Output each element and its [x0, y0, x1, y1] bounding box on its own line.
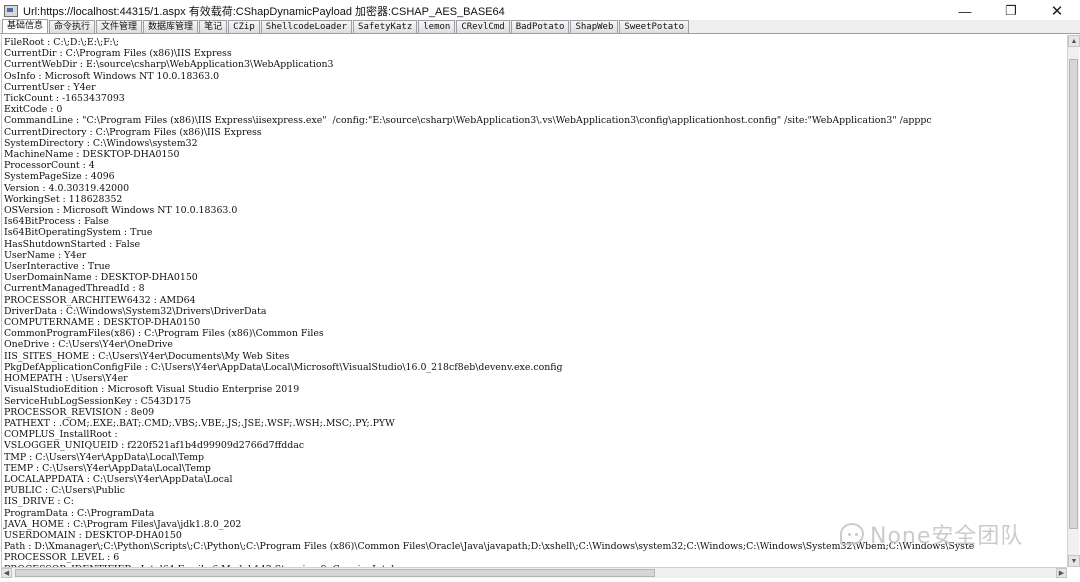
info-line: HOMEPATH : \Users\Y4er: [4, 373, 128, 385]
info-line: VSLOGGER_UNIQUEID : f220f521af1b4d99909d…: [4, 440, 305, 452]
tab-4[interactable]: 笔记: [199, 20, 228, 33]
minimize-button[interactable]: —: [942, 0, 988, 22]
arrow-up-icon[interactable]: ▲: [1068, 35, 1080, 47]
info-line: CurrentUser : Y4er: [4, 81, 96, 93]
info-line: USERDOMAIN : DESKTOP-DHA0150: [4, 529, 182, 541]
info-line: HasShutdownStarted : False: [4, 238, 141, 250]
info-line: JAVA_HOME : C:\Program Files\Java\jdk1.8…: [4, 518, 242, 530]
tab-2[interactable]: 文件管理: [96, 20, 143, 33]
info-line: OsInfo : Microsoft Windows NT 10.0.18363…: [4, 70, 220, 82]
info-line: PROCESSOR_LEVEL : 6: [4, 552, 120, 564]
info-line: CurrentDir : C:\Program Files (x86)\IIS …: [4, 48, 232, 60]
info-line: CurrentDirectory : C:\Program Files (x86…: [4, 126, 262, 138]
info-line: Version : 4.0.30319.42000: [4, 182, 130, 194]
app-window-icon: [4, 5, 18, 17]
info-line: CurrentManagedThreadId : 8: [4, 283, 145, 295]
info-line: CommandLine : "C:\Program Files (x86)\II…: [4, 115, 932, 127]
info-line: SystemDirectory : C:\Windows\system32: [4, 137, 198, 149]
info-line: UserInteractive : True: [4, 261, 111, 273]
info-line: LOCALAPPDATA : C:\Users\Y4er\AppData\Loc…: [4, 473, 233, 485]
window-controls: — ❐ ✕: [942, 0, 1080, 22]
info-line: Path : D:\Xmanager\;C:\Python\Scripts\;C…: [4, 541, 975, 553]
vertical-scrollbar[interactable]: ▲ ▼: [1067, 35, 1080, 567]
info-line: ServiceHubLogSessionKey : C543D175: [4, 395, 192, 407]
info-line: PROCESSOR_ARCHITEW6432 : AMD64: [4, 294, 196, 306]
wechat-icon: [840, 523, 864, 545]
watermark: None安全团队: [840, 519, 1023, 549]
info-line: IIS_SITES_HOME : C:\Users\Y4er\Documents…: [4, 350, 290, 362]
info-line: CurrentWebDir : E:\source\csharp\WebAppl…: [4, 59, 334, 71]
info-line: Is64BitOperatingSystem : True: [4, 227, 153, 239]
info-line: ProgramData : C:\ProgramData: [4, 507, 155, 519]
info-line: COMPUTERNAME : DESKTOP-DHA0150: [4, 317, 201, 329]
tab-9[interactable]: CRevlCmd: [456, 20, 510, 33]
tab-10[interactable]: BadPotato: [510, 20, 570, 33]
info-line: WorkingSet : 118628352: [4, 193, 123, 205]
info-line: OSVersion : Microsoft Windows NT 10.0.18…: [4, 205, 238, 217]
arrow-right-icon[interactable]: ▶: [1056, 568, 1067, 578]
info-line: Is64BitProcess : False: [4, 216, 109, 228]
info-line: COMPLUS_InstallRoot :: [4, 429, 118, 441]
tab-3[interactable]: 数据库管理: [143, 20, 199, 33]
info-line: SystemPageSize : 4096: [4, 171, 115, 183]
info-line: UserName : Y4er: [4, 249, 87, 261]
info-line: VisualStudioEdition : Microsoft Visual S…: [4, 384, 300, 396]
horizontal-scrollbar[interactable]: ◀ ▶: [1, 567, 1067, 578]
tab-7[interactable]: SafetyKatz: [353, 20, 418, 33]
tab-11[interactable]: ShapWeb: [570, 20, 619, 33]
info-line: MachineName : DESKTOP-DHA0150: [4, 149, 180, 161]
tab-bar: 基础信息 命令执行 文件管理 数据库管理 笔记 CZip ShellcodeLoader Sa…: [0, 19, 1080, 34]
info-line: TEMP : C:\Users\Y4er\AppData\Local\Temp: [4, 462, 211, 474]
maximize-button[interactable]: ❐: [988, 0, 1034, 22]
title-bar: Url:https://localhost:44315/1.aspx 有效载荷:…: [0, 0, 1080, 22]
info-line: PUBLIC : C:\Users\Public: [4, 485, 125, 497]
info-line: CommonProgramFiles(x86) : C:\Program Fil…: [4, 328, 324, 340]
info-line: PROCESSOR_REVISION : 8e09: [4, 406, 155, 418]
arrow-down-icon[interactable]: ▼: [1068, 555, 1080, 567]
close-button[interactable]: ✕: [1034, 0, 1080, 22]
tab-6[interactable]: ShellcodeLoader: [260, 20, 353, 33]
info-line: OneDrive : C:\Users\Y4er\OneDrive: [4, 339, 173, 351]
window-title: Url:https://localhost:44315/1.aspx 有效载荷:…: [23, 6, 505, 18]
horizontal-scroll-thumb[interactable]: [15, 569, 655, 577]
info-line: IIS_DRIVE : C:: [4, 496, 74, 508]
info-line: FileRoot : C:\;D:\;E:\;F:\;: [4, 37, 119, 48]
info-line: TickCount : -1653437093: [4, 93, 125, 105]
info-line: ProcessorCount : 4: [4, 160, 95, 172]
info-line: UserDomainName : DESKTOP-DHA0150: [4, 272, 198, 284]
info-text: FileRoot : C:\;D:\;E:\;F:\; CurrentDir :…: [2, 35, 1068, 567]
info-panel[interactable]: FileRoot : C:\;D:\;E:\;F:\; CurrentDir :…: [1, 35, 1068, 567]
info-line: PATHEXT : .COM;.EXE;.BAT;.CMD;.VBS;.VBE;…: [4, 417, 395, 429]
vertical-scroll-thumb[interactable]: [1069, 59, 1078, 529]
tab-5[interactable]: CZip: [228, 20, 260, 33]
tab-12[interactable]: SweetPotato: [619, 20, 690, 33]
watermark-text: None安全团队: [870, 524, 1024, 549]
info-line: DriverData : C:\Windows\System32\Drivers…: [4, 305, 267, 317]
info-line: ExitCode : 0: [4, 104, 63, 116]
arrow-left-icon[interactable]: ◀: [1, 568, 12, 578]
tab-8[interactable]: lemon: [418, 20, 456, 33]
tab-0[interactable]: 基础信息: [2, 19, 49, 33]
tab-1[interactable]: 命令执行: [49, 20, 96, 33]
info-line: PkgDefApplicationConfigFile : C:\Users\Y…: [4, 361, 563, 373]
info-line: TMP : C:\Users\Y4er\AppData\Local\Temp: [4, 451, 205, 463]
